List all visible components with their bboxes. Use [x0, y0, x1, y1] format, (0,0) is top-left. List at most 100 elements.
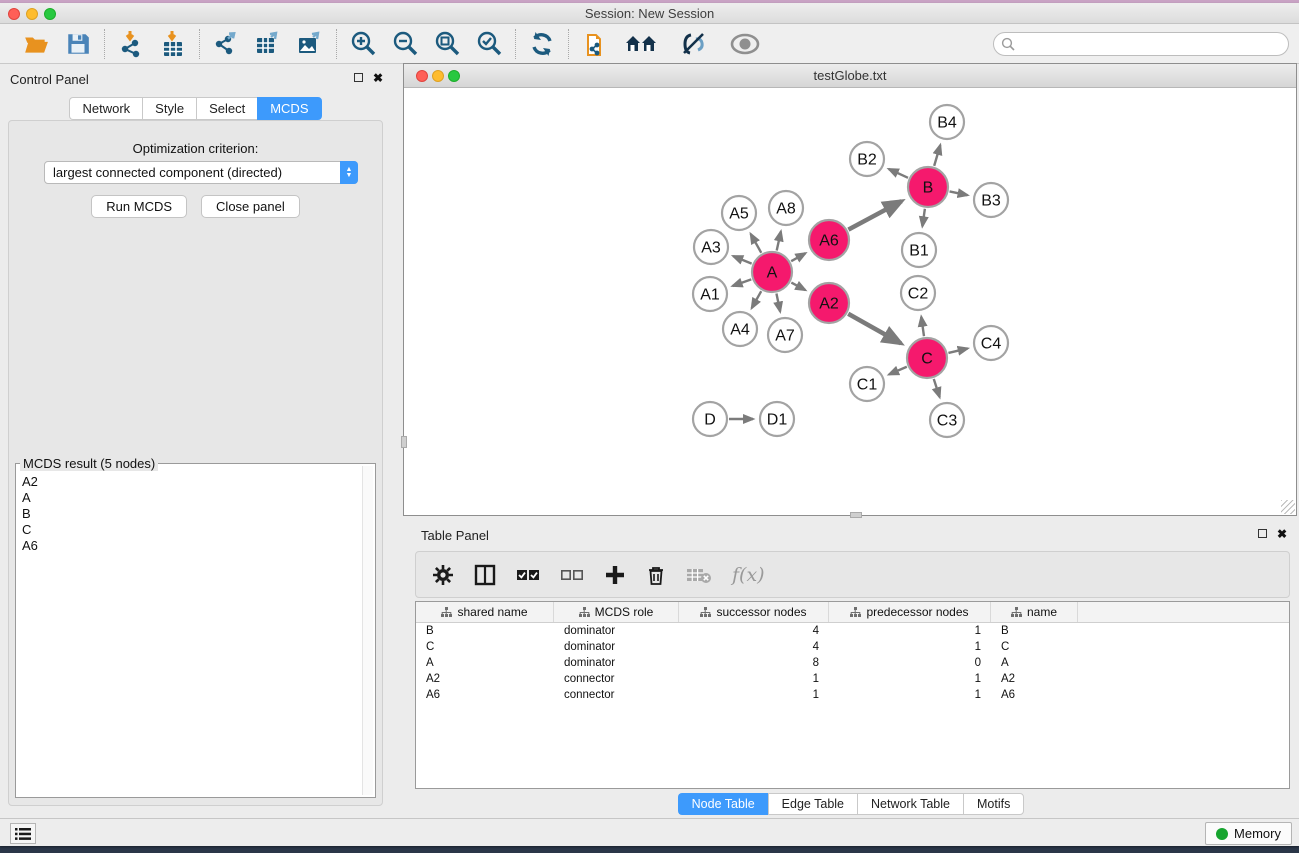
edge-A-A3[interactable]: [733, 256, 751, 264]
tab-network[interactable]: Network: [69, 97, 142, 120]
table-row[interactable]: Bdominator41B: [416, 623, 1289, 639]
column-header-MCDS-role[interactable]: MCDS role: [554, 602, 679, 622]
hide-details-icon[interactable]: [675, 30, 713, 58]
float-table-panel-icon[interactable]: [1258, 529, 1267, 538]
edge-A-A4[interactable]: [752, 291, 761, 308]
edge-A-A8[interactable]: [777, 231, 781, 250]
function-builder-icon[interactable]: f(x): [732, 564, 765, 586]
mcds-result-list[interactable]: A2ABCA6: [18, 474, 361, 795]
cell-name[interactable]: A6: [991, 687, 1078, 703]
cell-predecessor-nodes[interactable]: 0: [829, 655, 991, 671]
node-D[interactable]: D: [693, 402, 727, 436]
cell-successor-nodes[interactable]: 8: [679, 655, 829, 671]
frame-resize-handle-bottom[interactable]: [850, 512, 862, 518]
frame-resize-grip[interactable]: [1281, 500, 1295, 514]
close-panel-icon[interactable]: ✖: [373, 73, 383, 83]
node-C1[interactable]: C1: [850, 367, 884, 401]
open-file-icon[interactable]: [22, 30, 50, 58]
node-B[interactable]: B: [908, 167, 948, 207]
edge-A-A7[interactable]: [776, 294, 780, 312]
edge-B-B3[interactable]: [950, 191, 968, 195]
edge-A-A5[interactable]: [751, 234, 762, 253]
mcds-result-item[interactable]: B: [18, 506, 361, 522]
gear-icon[interactable]: [432, 564, 454, 586]
mcds-result-item[interactable]: A2: [18, 474, 361, 490]
node-table[interactable]: shared nameMCDS rolesuccessor nodesprede…: [415, 601, 1290, 789]
node-B4[interactable]: B4: [930, 105, 964, 139]
edge-C-C2[interactable]: [921, 317, 924, 336]
table-row[interactable]: Adominator80A: [416, 655, 1289, 671]
result-scrollbar[interactable]: [362, 466, 373, 795]
node-A8[interactable]: A8: [769, 191, 803, 225]
import-table-icon[interactable]: [159, 30, 187, 58]
mcds-result-item[interactable]: A: [18, 490, 361, 506]
node-A6[interactable]: A6: [809, 220, 849, 260]
tab-motifs[interactable]: Motifs: [963, 793, 1024, 815]
edge-A-A6[interactable]: [791, 253, 805, 261]
cell-MCDS-role[interactable]: connector: [554, 671, 679, 687]
zoom-out-icon[interactable]: [391, 30, 419, 58]
node-A5[interactable]: A5: [722, 196, 756, 230]
delete-icon[interactable]: [646, 564, 666, 586]
cell-name[interactable]: A2: [991, 671, 1078, 687]
node-B2[interactable]: B2: [850, 142, 884, 176]
cell-shared-name[interactable]: A2: [416, 671, 554, 687]
edge-B-B2[interactable]: [889, 169, 908, 178]
node-D1[interactable]: D1: [760, 402, 794, 436]
network-window-titlebar[interactable]: testGlobe.txt: [404, 64, 1296, 88]
edge-A2-C[interactable]: [848, 314, 901, 344]
cell-shared-name[interactable]: A6: [416, 687, 554, 703]
mcds-result-item[interactable]: A6: [18, 538, 361, 554]
table-body[interactable]: Bdominator41BCdominator41CAdominator80AA…: [416, 623, 1289, 703]
node-A1[interactable]: A1: [693, 277, 727, 311]
zoom-selected-icon[interactable]: [475, 30, 503, 58]
home-icon[interactable]: [623, 30, 661, 58]
cell-predecessor-nodes[interactable]: 1: [829, 671, 991, 687]
cell-predecessor-nodes[interactable]: 1: [829, 687, 991, 703]
export-network-icon[interactable]: [212, 30, 240, 58]
zoom-in-icon[interactable]: [349, 30, 377, 58]
cell-MCDS-role[interactable]: connector: [554, 687, 679, 703]
mcds-result-item[interactable]: C: [18, 522, 361, 538]
column-header-predecessor-nodes[interactable]: predecessor nodes: [829, 602, 991, 622]
select-all-icon[interactable]: [516, 567, 540, 583]
edge-A6-B[interactable]: [848, 201, 901, 229]
search-input[interactable]: [993, 32, 1289, 56]
edge-B-B1[interactable]: [922, 209, 924, 226]
memory-button[interactable]: Memory: [1205, 822, 1292, 845]
node-C[interactable]: C: [907, 338, 947, 378]
cell-MCDS-role[interactable]: dominator: [554, 623, 679, 639]
node-B1[interactable]: B1: [902, 233, 936, 267]
cell-shared-name[interactable]: A: [416, 655, 554, 671]
criterion-dropdown[interactable]: largest connected component (directed) ▲…: [44, 161, 358, 184]
tab-select[interactable]: Select: [196, 97, 257, 120]
node-A2[interactable]: A2: [809, 283, 849, 323]
node-A3[interactable]: A3: [694, 230, 728, 264]
cell-successor-nodes[interactable]: 1: [679, 687, 829, 703]
column-header-shared-name[interactable]: shared name: [416, 602, 554, 622]
save-session-icon[interactable]: [64, 30, 92, 58]
cell-name[interactable]: A: [991, 655, 1078, 671]
tab-node-table[interactable]: Node Table: [678, 793, 768, 815]
cell-MCDS-role[interactable]: dominator: [554, 639, 679, 655]
column-header-successor-nodes[interactable]: successor nodes: [679, 602, 829, 622]
column-header-name[interactable]: name: [991, 602, 1078, 622]
tab-style[interactable]: Style: [142, 97, 196, 120]
cell-successor-nodes[interactable]: 4: [679, 639, 829, 655]
run-mcds-button[interactable]: Run MCDS: [91, 195, 187, 218]
add-column-icon[interactable]: [604, 564, 626, 586]
node-A[interactable]: A: [752, 252, 792, 292]
cell-predecessor-nodes[interactable]: 1: [829, 623, 991, 639]
edge-C-C3[interactable]: [934, 379, 940, 397]
panel-menu-button[interactable]: [10, 823, 36, 844]
export-table-icon[interactable]: [254, 30, 282, 58]
node-C2[interactable]: C2: [901, 276, 935, 310]
node-C4[interactable]: C4: [974, 326, 1008, 360]
edge-A-A2[interactable]: [791, 283, 805, 291]
cell-name[interactable]: C: [991, 639, 1078, 655]
tab-mcds[interactable]: MCDS: [257, 97, 321, 120]
refresh-layout-icon[interactable]: [528, 30, 556, 58]
node-A4[interactable]: A4: [723, 312, 757, 346]
node-A7[interactable]: A7: [768, 318, 802, 352]
export-image-icon[interactable]: [296, 30, 324, 58]
